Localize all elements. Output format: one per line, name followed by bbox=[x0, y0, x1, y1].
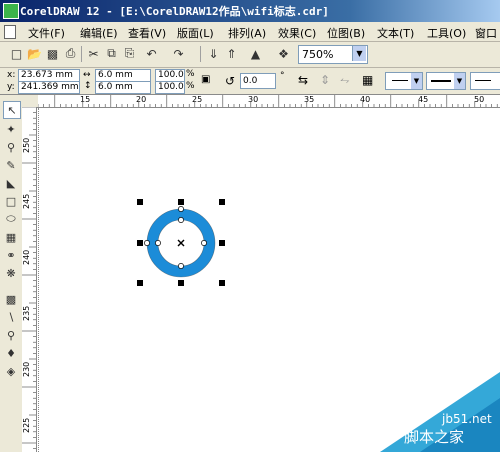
selection-handle[interactable] bbox=[219, 240, 225, 246]
chevron-down-icon[interactable]: ▼ bbox=[411, 73, 422, 89]
zoom-tool-icon[interactable]: ⚲ bbox=[3, 139, 19, 155]
page-border bbox=[38, 108, 40, 452]
chevron-down-icon[interactable]: ▼ bbox=[454, 73, 465, 89]
separator bbox=[200, 46, 201, 62]
selection-handle[interactable] bbox=[137, 280, 143, 286]
interactive-blend-icon[interactable]: ▩ bbox=[3, 291, 19, 307]
app-icon bbox=[3, 3, 19, 19]
watermark-brand: 脚本之家 bbox=[404, 428, 465, 446]
zoom-value: 750% bbox=[302, 48, 334, 61]
export-icon[interactable]: ⇑ bbox=[223, 45, 240, 62]
selection-handle[interactable] bbox=[137, 240, 143, 246]
menu-bar: 文件(F) 编辑(E) 查看(V) 版面(L) 排列(A) 效果(C) 位图(B… bbox=[0, 22, 500, 42]
save-icon[interactable]: ▩ bbox=[44, 45, 61, 62]
import-icon[interactable]: ⇓ bbox=[205, 45, 222, 62]
menu-text[interactable]: 文本(T) bbox=[377, 25, 414, 41]
node-handle[interactable] bbox=[201, 240, 207, 246]
smart-fill-icon[interactable]: ◣ bbox=[3, 175, 19, 191]
scale-y-field[interactable]: 100.0 bbox=[155, 81, 185, 94]
node-handle[interactable] bbox=[178, 217, 184, 223]
open-icon[interactable]: 📂 bbox=[26, 45, 43, 62]
y-position-field[interactable]: 241.369 mm bbox=[18, 81, 80, 94]
chevron-down-icon[interactable]: ▼ bbox=[352, 46, 366, 61]
selection-handle[interactable] bbox=[178, 280, 184, 286]
line-style-icon bbox=[392, 80, 408, 81]
menu-view[interactable]: 查看(V) bbox=[128, 25, 166, 41]
selection-handle[interactable] bbox=[219, 280, 225, 286]
outline-width-select[interactable]: ▼ bbox=[426, 72, 466, 90]
center-mark-icon[interactable] bbox=[177, 239, 185, 247]
selection-handle[interactable] bbox=[178, 199, 184, 205]
pick-tool-icon[interactable]: ↖ bbox=[3, 101, 21, 119]
menu-arrange[interactable]: 排列(A) bbox=[228, 25, 266, 41]
freehand-tool-icon[interactable]: ✎ bbox=[3, 157, 19, 173]
snap-icon[interactable]: ❖ bbox=[275, 45, 292, 62]
wrap-icon[interactable]: ▦ bbox=[362, 73, 373, 87]
toolbox: ↖ ✦ ⚲ ✎ ◣ □ ⬭ ▦ ⚭ ❋ ▩ ∖ ⚲ ♦ ◈ bbox=[0, 95, 23, 452]
rotate-icon: ↺ bbox=[225, 74, 236, 88]
menu-layout[interactable]: 版面(L) bbox=[177, 25, 214, 41]
menu-bitmaps[interactable]: 位图(B) bbox=[327, 25, 365, 41]
lock-ratio-icon[interactable]: ▣ bbox=[201, 74, 210, 85]
print-icon[interactable]: ⎙ bbox=[62, 45, 79, 62]
eyedropper-icon[interactable]: ∖ bbox=[3, 309, 19, 325]
standard-toolbar: □ 📂 ▩ ⎙ ✂ ⧉ ⎘ ↶ ↷ ⇓ ⇑ ▲ ❖ 750% ▼ bbox=[0, 42, 500, 68]
menu-window[interactable]: 窗口 bbox=[475, 25, 497, 41]
title-bar: CorelDRAW 12 - [E:\CorelDRAW12作品\wifi标志.… bbox=[0, 0, 500, 22]
basic-shapes-icon[interactable]: ⚭ bbox=[3, 247, 19, 263]
property-bar: x: y: 23.673 mm 241.369 mm ↔ ↕ 6.0 mm 6.… bbox=[0, 68, 500, 95]
menu-effects[interactable]: 效果(C) bbox=[278, 25, 316, 41]
mirror-vertical-icon[interactable]: ⇕ bbox=[320, 73, 330, 87]
node-handle[interactable] bbox=[178, 263, 184, 269]
node-handle[interactable] bbox=[155, 240, 161, 246]
degree-label: ° bbox=[280, 71, 285, 81]
menu-file[interactable]: 文件(F) bbox=[28, 25, 65, 41]
fill-tool-icon[interactable]: ♦ bbox=[3, 345, 19, 361]
watermark-url: jb51.net bbox=[442, 412, 492, 426]
height-field[interactable]: 6.0 mm bbox=[95, 81, 151, 94]
ellipse-tool-icon[interactable]: ⬭ bbox=[3, 211, 19, 227]
window-title: CorelDRAW 12 - [E:\CorelDRAW12作品\wifi标志.… bbox=[20, 5, 329, 18]
percent-label: % bbox=[186, 69, 195, 79]
node-handle[interactable] bbox=[178, 206, 184, 212]
outline-width-icon bbox=[431, 80, 451, 82]
rotation-field[interactable]: 0.0 bbox=[240, 73, 276, 89]
launcher-icon[interactable]: ▲ bbox=[247, 45, 264, 62]
document-icon[interactable] bbox=[4, 25, 16, 39]
width-icon: ↔ bbox=[83, 70, 91, 80]
percent-label: % bbox=[186, 81, 195, 91]
mirror-horizontal-icon[interactable]: ⇆ bbox=[298, 73, 308, 87]
selection-handle[interactable] bbox=[219, 199, 225, 205]
shape-tool-icon[interactable]: ✦ bbox=[3, 121, 19, 137]
undo-icon[interactable]: ↶ bbox=[143, 45, 160, 62]
separator bbox=[81, 46, 82, 62]
graph-paper-tool-icon[interactable]: ▦ bbox=[3, 229, 19, 245]
outline-tool-icon[interactable]: ⚲ bbox=[3, 327, 19, 343]
redo-icon[interactable]: ↷ bbox=[170, 45, 187, 62]
selected-ring-object[interactable] bbox=[130, 192, 234, 296]
horizontal-ruler-ticks bbox=[38, 95, 498, 107]
text-tool-icon[interactable]: ❋ bbox=[3, 265, 19, 281]
menu-edit[interactable]: 编辑(E) bbox=[80, 25, 118, 41]
node-icon[interactable]: ⥊ bbox=[340, 73, 350, 88]
new-icon[interactable]: □ bbox=[8, 45, 25, 62]
paste-icon[interactable]: ⎘ bbox=[121, 45, 138, 62]
arrow-start-select[interactable]: ▼ bbox=[385, 72, 423, 90]
interactive-fill-icon[interactable]: ◈ bbox=[3, 363, 19, 379]
y-label: y: bbox=[7, 82, 15, 92]
line-style-icon bbox=[475, 80, 491, 81]
menu-tools[interactable]: 工具(O) bbox=[427, 25, 466, 41]
copy-icon[interactable]: ⧉ bbox=[103, 45, 120, 62]
vertical-ruler-ticks bbox=[22, 107, 36, 449]
cut-icon[interactable]: ✂ bbox=[85, 45, 102, 62]
selection-handle[interactable] bbox=[137, 199, 143, 205]
arrow-end-select[interactable] bbox=[470, 72, 500, 90]
node-handle[interactable] bbox=[144, 240, 150, 246]
height-icon: ↕ bbox=[84, 81, 92, 91]
x-label: x: bbox=[7, 70, 16, 80]
rectangle-tool-icon[interactable]: □ bbox=[3, 193, 19, 209]
